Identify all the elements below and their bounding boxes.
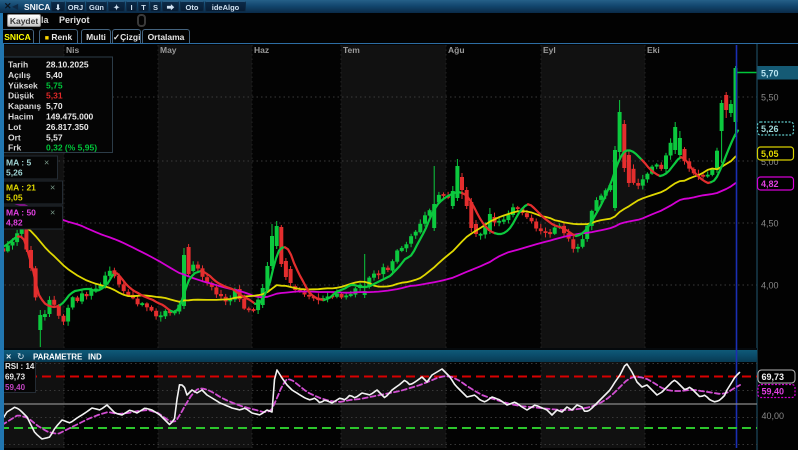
- svg-text:MA : 5: MA : 5: [6, 158, 31, 168]
- svg-text:↻: ↻: [17, 352, 25, 362]
- svg-text:×: ×: [50, 208, 55, 218]
- svg-text:PARAMETRE: PARAMETRE: [33, 353, 83, 362]
- svg-text:×: ×: [50, 183, 55, 193]
- svg-text:Frk: Frk: [8, 143, 22, 153]
- svg-text:5,40: 5,40: [46, 70, 63, 80]
- svg-text:MA : 50: MA : 50: [6, 208, 36, 218]
- svg-text:5,50: 5,50: [761, 93, 779, 103]
- svg-text:Yüksek: Yüksek: [8, 80, 38, 90]
- svg-text:Açılış: Açılış: [8, 70, 31, 80]
- svg-text:May: May: [160, 45, 177, 55]
- svg-text:Haz: Haz: [254, 45, 269, 55]
- svg-text:4,00: 4,00: [761, 281, 779, 291]
- svg-text:Ort: Ort: [8, 132, 21, 142]
- svg-text:5,05: 5,05: [761, 149, 779, 159]
- svg-text:×: ×: [44, 158, 49, 168]
- svg-text:MA : 21: MA : 21: [6, 183, 36, 193]
- svg-text:Lot: Lot: [8, 122, 21, 132]
- svg-text:5,70: 5,70: [46, 101, 63, 111]
- svg-text:Tarih: Tarih: [8, 60, 28, 70]
- svg-text:59,40: 59,40: [762, 387, 785, 397]
- svg-text:5,31: 5,31: [46, 91, 63, 101]
- svg-text:Düşük: Düşük: [8, 91, 34, 101]
- svg-text:Eyl: Eyl: [543, 45, 556, 55]
- svg-text:Tem: Tem: [343, 45, 360, 55]
- svg-text:69,73: 69,73: [762, 372, 785, 382]
- svg-text:Hacim: Hacim: [8, 112, 34, 122]
- svg-text:5,70: 5,70: [761, 69, 779, 79]
- svg-text:5,05: 5,05: [6, 193, 23, 203]
- svg-text:59,40: 59,40: [5, 383, 26, 392]
- svg-text:40,00: 40,00: [762, 411, 785, 421]
- svg-text:Ağu: Ağu: [448, 45, 465, 55]
- svg-text:4,82: 4,82: [6, 218, 23, 228]
- svg-text:28.10.2025: 28.10.2025: [46, 60, 89, 70]
- svg-text:Kapanış: Kapanış: [8, 101, 41, 111]
- svg-text:4,50: 4,50: [761, 219, 779, 229]
- svg-text:Eki: Eki: [647, 45, 660, 55]
- svg-text:5,57: 5,57: [46, 132, 63, 142]
- svg-text:149.475.000: 149.475.000: [46, 112, 94, 122]
- svg-text:0,32 (% 5,95): 0,32 (% 5,95): [46, 143, 97, 153]
- svg-text:5,75: 5,75: [46, 80, 63, 90]
- svg-text:5,26: 5,26: [761, 124, 779, 134]
- svg-text:RSI : 14: RSI : 14: [5, 362, 35, 371]
- svg-text:69,73: 69,73: [5, 373, 26, 382]
- svg-text:IND: IND: [88, 353, 102, 362]
- svg-text:26.817.350: 26.817.350: [46, 122, 89, 132]
- svg-text:5,26: 5,26: [6, 168, 23, 178]
- svg-text:×: ×: [6, 352, 11, 362]
- svg-text:4,82: 4,82: [761, 179, 779, 189]
- svg-text:Nis: Nis: [66, 45, 80, 55]
